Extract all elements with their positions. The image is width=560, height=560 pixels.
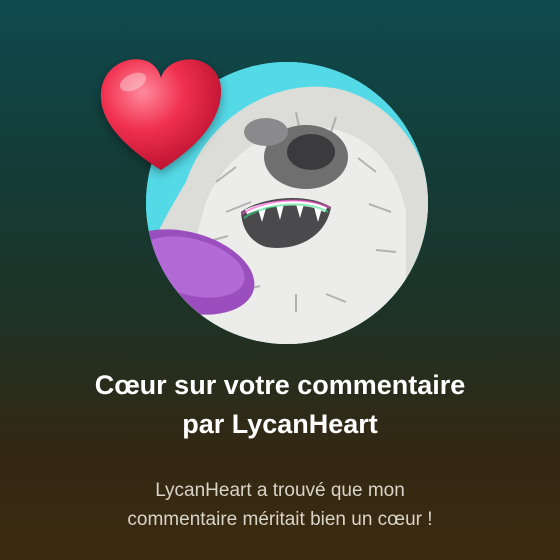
message-line-2: commentaire méritait bien un cœur ! [127, 509, 433, 530]
title-line-2: par LycanHeart [182, 409, 378, 439]
notification-message: LycanHeart a trouvé que mon commentaire … [40, 476, 520, 534]
heart-notification-card: Cœur sur votre commentaire par LycanHear… [0, 0, 560, 560]
heart-icon [95, 52, 227, 180]
title-line-1: Cœur sur votre commentaire [94, 370, 466, 400]
message-line-1: LycanHeart a trouvé que mon [155, 480, 405, 501]
notification-title: Cœur sur votre commentaire par LycanHear… [20, 366, 540, 444]
